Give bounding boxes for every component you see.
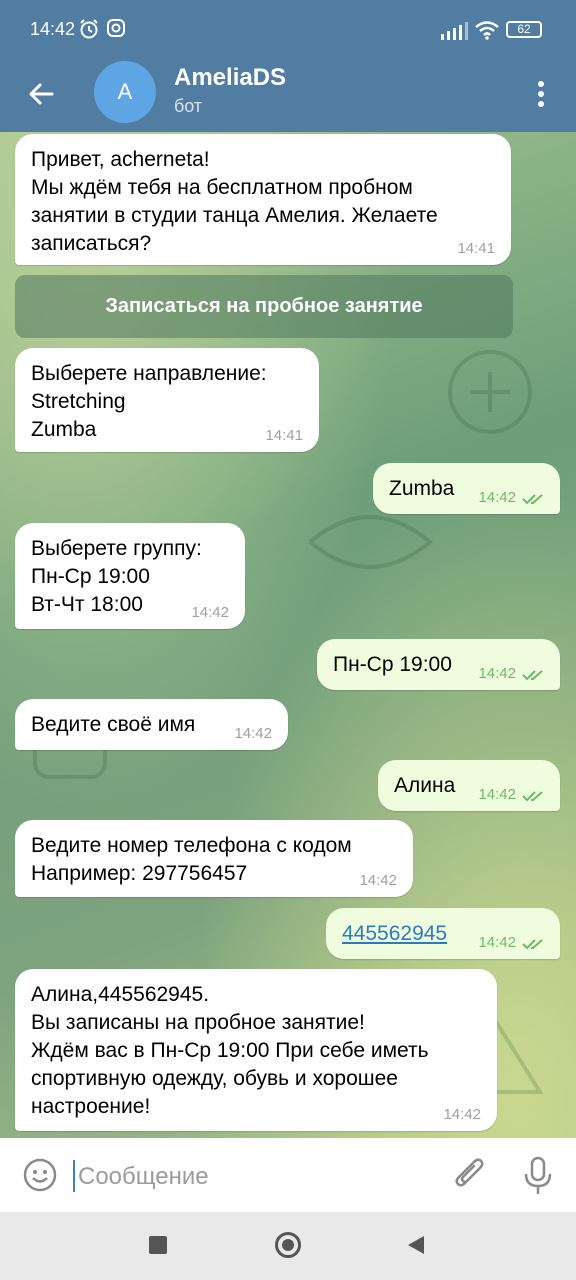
- chat-title[interactable]: AmeliaDS: [174, 64, 286, 92]
- message-time: 14:42: [478, 786, 516, 803]
- recent-apps-icon[interactable]: [149, 1236, 167, 1254]
- message-time: 14:42: [234, 725, 272, 742]
- message-text: Выберете направление: Stretching Zumba: [31, 362, 267, 441]
- message-text: Привет, acherneta! Мы ждём тебя на беспл…: [31, 148, 438, 255]
- emoji-icon[interactable]: [22, 1157, 58, 1193]
- read-ticks-icon: [522, 670, 543, 681]
- message-incoming[interactable]: Выберете группу: Пн-Ср 19:00 Вт-Чт 18:00…: [15, 523, 245, 629]
- message-incoming[interactable]: Алина,445562945. Вы записаны на пробное …: [15, 969, 497, 1131]
- more-vert-icon[interactable]: [526, 74, 556, 114]
- back-nav-icon[interactable]: [404, 1234, 426, 1256]
- message-time: 14:42: [443, 1106, 481, 1123]
- wifi-icon: [475, 21, 499, 40]
- message-incoming[interactable]: Привет, acherneta! Мы ждём тебя на беспл…: [15, 134, 511, 265]
- read-ticks-icon: [522, 939, 543, 950]
- battery-icon: 62: [506, 21, 542, 38]
- message-time: 14:41: [457, 240, 495, 257]
- message-outgoing[interactable]: Zumba 14:42: [373, 463, 560, 514]
- message-outgoing[interactable]: 445562945 14:42: [326, 908, 560, 959]
- message-incoming[interactable]: Выберете направление: Stretching Zumba 1…: [15, 348, 319, 452]
- signal-icon: [441, 22, 468, 40]
- message-time: 14:41: [265, 427, 303, 444]
- wallpaper-doodle: [448, 350, 532, 434]
- inline-keyboard-button[interactable]: Записаться на пробное занятие: [15, 275, 513, 338]
- message-outgoing[interactable]: Пн-Ср 19:00 14:42: [317, 639, 560, 690]
- read-ticks-icon: [522, 494, 543, 505]
- message-list[interactable]: Привет, acherneta! Мы ждём тебя на беспл…: [0, 132, 576, 1138]
- avatar[interactable]: A: [94, 61, 156, 123]
- battery-level: 62: [517, 22, 531, 36]
- message-time: 14:42: [478, 489, 516, 506]
- message-time: 14:42: [191, 604, 229, 621]
- alarm-icon: [80, 19, 98, 39]
- chat-header: A AmeliaDS бот: [0, 58, 576, 132]
- attach-icon[interactable]: [452, 1156, 488, 1196]
- message-time: 14:42: [478, 934, 516, 951]
- message-time: 14:42: [359, 872, 397, 889]
- message-incoming[interactable]: Ведите своё имя 14:42: [15, 699, 288, 750]
- home-icon[interactable]: [275, 1232, 301, 1258]
- status-time: 14:42: [30, 19, 76, 39]
- back-arrow-icon[interactable]: [22, 74, 62, 114]
- mic-icon[interactable]: [522, 1156, 554, 1196]
- message-text: Алина,445562945. Вы записаны на пробное …: [31, 983, 429, 1118]
- chat-subtitle: бот: [174, 96, 203, 116]
- avatar-letter: A: [117, 79, 133, 104]
- system-nav-bar: [0, 1212, 576, 1280]
- message-text: Zumba: [389, 477, 455, 500]
- read-ticks-icon: [522, 791, 543, 802]
- message-text: Ведите номер телефона с кодом Например: …: [31, 834, 352, 885]
- message-composer: Сообщение: [0, 1138, 576, 1212]
- message-input[interactable]: Сообщение: [78, 1163, 209, 1191]
- instagram-icon: [107, 19, 125, 37]
- message-incoming[interactable]: Ведите номер телефона с кодом Например: …: [15, 820, 413, 897]
- status-bar: 14:42 62: [0, 0, 576, 58]
- text-caret: [73, 1160, 75, 1192]
- message-time: 14:42: [478, 665, 516, 682]
- message-outgoing[interactable]: Алина 14:42: [378, 760, 560, 811]
